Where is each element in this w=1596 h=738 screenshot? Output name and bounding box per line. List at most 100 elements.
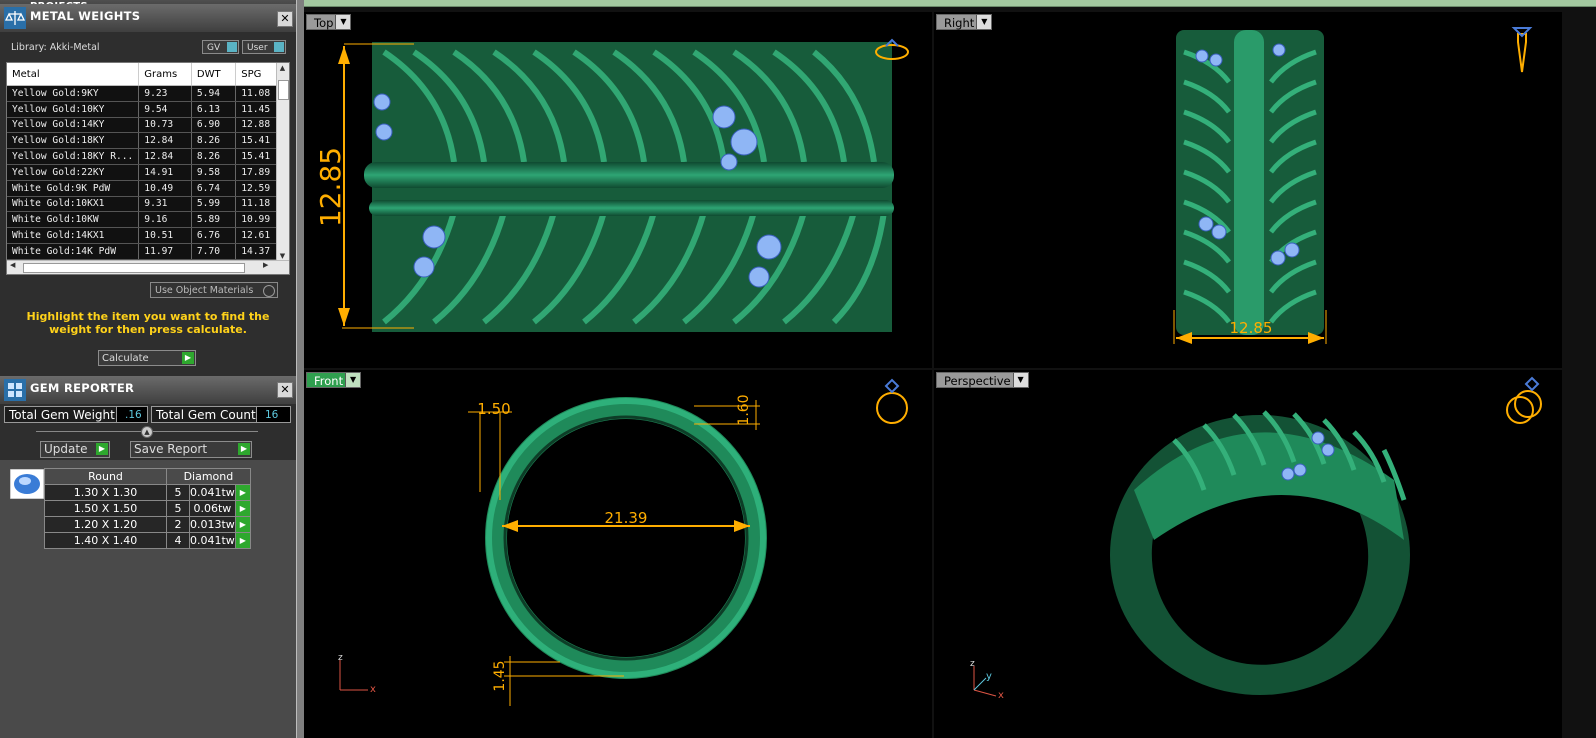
table-cell: 9.58 [191,164,237,181]
col-spg[interactable]: SPG [235,63,277,86]
radio-icon [263,285,275,297]
gem-row-select-button[interactable]: ▶ [234,500,251,517]
metal-weights-table[interactable]: Metal Grams DWT SPG Yellow Gold:9KY 9.23 5… [6,62,290,275]
table-row[interactable]: Yellow Gold:22KY 14.91 9.58 17.89 [7,164,277,181]
table-cell: White Gold:10KX1 [7,196,140,213]
user-toggle[interactable]: User [242,40,286,54]
table-row[interactable]: Yellow Gold:9KY 9.23 5.94 11.08 [7,85,277,102]
col-dwt[interactable]: DWT [191,63,237,86]
right-view-render: 12.85 [1173,27,1533,344]
table-cell: Yellow Gold:22KY [7,164,140,181]
metal-table-vscrollbar[interactable]: ▲ ▼ [276,63,289,262]
metal-weights-close-button[interactable]: ✕ [277,11,293,27]
table-cell: 11.45 [235,101,277,118]
table-row[interactable]: Yellow Gold:10KY 9.54 6.13 11.45 [7,101,277,118]
table-cell: 14.37 [235,243,277,260]
table-row[interactable]: White Gold:14K PdW 11.97 7.70 14.37 [7,243,277,260]
calculate-button[interactable]: Calculate ▶ [98,350,196,366]
axis-x-label: x [370,684,376,695]
axis-z-label: z [970,659,975,669]
front-view-render: 1.50 1.60 21.39 1.45 z x [338,378,908,706]
gem-type-header: Diamond [166,468,251,485]
table-cell: 7.70 [191,243,237,260]
dropdown-arrow-icon[interactable]: ▼ [976,15,992,29]
scroll-right-arrow-icon[interactable]: ▶ [263,261,268,269]
perspective-view-render: z y x [970,376,1542,701]
gem-cut-header: Round [44,468,167,485]
front-right-dimension-value: 1.60 [736,394,752,425]
collapse-handle-icon[interactable]: ▲ [141,426,153,438]
table-row[interactable]: White Gold:10KX1 9.31 5.99 11.18 [7,196,277,213]
table-cell: 6.13 [191,101,237,118]
gem-cell: 0.013tw [189,516,236,533]
col-metal[interactable]: Metal [7,63,140,86]
gem-reporter-close-button[interactable]: ✕ [277,382,293,398]
viewport-front[interactable]: 1.50 1.60 21.39 1.45 z x Front ▼ [304,370,932,738]
gv-toggle-indicator [227,42,237,52]
table-cell: 12.59 [235,180,277,197]
gem-reporter-title: GEM REPORTER [30,381,135,395]
table-cell: White Gold:9K PdW [7,180,140,197]
table-cell: 6.76 [191,227,237,244]
play-arrow-icon: ▶ [182,352,194,364]
table-row[interactable]: Yellow Gold:14KY 10.73 6.90 12.88 [7,117,277,134]
viewport-front-label[interactable]: Front ▼ [306,372,362,388]
gem-row-select-button[interactable]: ▶ [234,532,251,549]
vscroll-thumb[interactable] [278,80,289,100]
dropdown-arrow-icon[interactable]: ▼ [345,373,361,387]
table-cell: 17.89 [235,164,277,181]
table-cell: 8.26 [191,148,237,165]
viewport-right-label-text: Right [944,16,975,30]
round-diamond-icon [10,469,44,499]
viewport-top-label[interactable]: Top ▼ [306,14,352,30]
calculate-label: Calculate [102,353,149,364]
scroll-left-arrow-icon[interactable]: ◀ [10,261,15,269]
viewport-right-label[interactable]: Right ▼ [936,14,993,30]
gem-row[interactable]: 1.30 X 1.30 5 0.041tw ▶ [44,484,251,501]
table-row[interactable]: Yellow Gold:18KY 12.84 8.26 15.41 [7,132,277,150]
metal-table-hscrollbar[interactable]: ◀ ▶ [7,260,289,274]
save-report-button[interactable]: Save Report ▶ [130,441,252,458]
table-row[interactable]: White Gold:14KX1 10.51 6.76 12.61 [7,227,277,244]
table-cell: 14.91 [138,164,192,181]
table-row[interactable]: Yellow Gold:18KY R... 12.84 8.26 15.41 [7,148,277,165]
total-gem-weight-value: .16 [116,406,148,423]
title-strip [304,0,1596,7]
gem-cell: 5 [166,500,190,517]
gv-toggle[interactable]: GV [202,40,239,54]
front-bottom-dimension-value: 1.45 [492,660,508,691]
left-panel: PROJECTS METAL WEIGHTS ✕ Library: Akki-M… [0,0,296,738]
gem-cell: 0.041tw [189,484,236,501]
gem-row-select-button[interactable]: ▶ [234,484,251,501]
hscroll-thumb[interactable] [23,263,245,273]
gem-row[interactable]: 1.40 X 1.40 4 0.041tw ▶ [44,532,251,549]
viewport-perspective-label[interactable]: Perspective ▼ [936,372,1029,388]
axis-gizmo: z y x [970,659,1004,701]
viewport-top[interactable]: 12.85 Top ▼ [304,12,932,368]
axis-z-label: z [338,653,343,663]
user-toggle-indicator [274,42,284,52]
ring-icon [876,378,908,424]
gem-row[interactable]: 1.50 X 1.50 5 0.06tw ▶ [44,500,251,517]
play-arrow-icon: ▶ [96,443,108,455]
use-object-materials-toggle[interactable]: Use Object Materials [150,282,278,298]
table-cell: 12.88 [235,117,277,134]
table-row[interactable]: White Gold:9K PdW 10.49 6.74 12.59 [7,180,277,197]
gem-row-select-button[interactable]: ▶ [234,516,251,533]
library-label: Library: Akki-Metal [11,42,100,53]
viewport-top-label-text: Top [314,16,334,30]
gem-row[interactable]: 1.20 X 1.20 2 0.013tw ▶ [44,516,251,533]
table-cell: Yellow Gold:9KY [7,85,140,102]
panel-splitter[interactable] [296,0,304,738]
update-button[interactable]: Update ▶ [40,441,110,458]
viewport-right[interactable]: 12.85 Right ▼ [934,12,1562,368]
dropdown-arrow-icon[interactable]: ▼ [335,15,351,29]
viewport-perspective[interactable]: z y x Perspective ▼ [934,370,1562,738]
calculate-hint: Highlight the item you want to find the … [26,310,270,336]
dropdown-arrow-icon[interactable]: ▼ [1012,373,1028,387]
table-row[interactable]: White Gold:10KW 9.16 5.89 10.99 [7,211,277,229]
table-cell: White Gold:14K PdW [7,243,140,260]
col-grams[interactable]: Grams [138,63,192,86]
scroll-up-arrow-icon[interactable]: ▲ [278,64,287,73]
table-cell: 10.51 [138,227,192,244]
